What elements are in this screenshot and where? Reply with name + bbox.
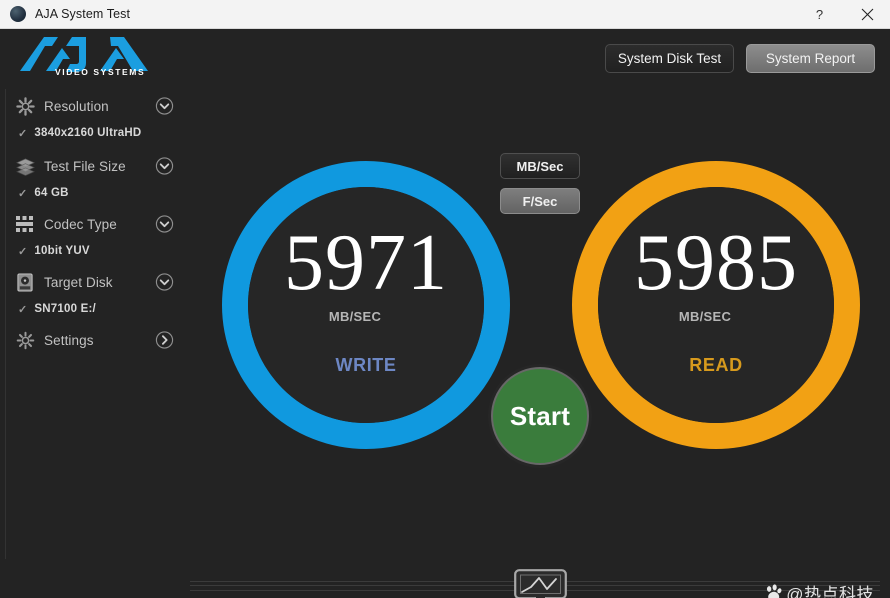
aja-app-icon — [10, 6, 26, 22]
close-icon — [861, 8, 874, 20]
help-button[interactable]: ? — [797, 0, 842, 28]
sidebar-group-settings: Settings — [0, 325, 196, 355]
resolution-icon — [14, 96, 36, 116]
write-speed-value: 5971 — [284, 219, 448, 307]
write-speed-gauge: 5971 MB/SEC WRITE — [222, 161, 510, 449]
window-title: AJA System Test — [35, 7, 131, 21]
read-gauge-label: READ — [689, 355, 743, 375]
start-button[interactable]: Start — [491, 367, 589, 465]
sidebar-label-target-disk: Target Disk — [44, 274, 113, 290]
system-report-button[interactable]: System Report — [746, 44, 875, 73]
check-icon: ✓ — [18, 245, 28, 258]
aja-system-test-window: AJA System Test ? VIDEO SYSTEMS Resoluti… — [0, 0, 890, 598]
layers-icon — [14, 156, 36, 176]
line-chart-icon — [514, 569, 567, 598]
write-gauge-label: WRITE — [335, 355, 397, 375]
sidebar-label-resolution: Resolution — [44, 98, 109, 114]
chevron-down-icon[interactable] — [155, 157, 174, 176]
unit-frames-per-sec-label: F/Sec — [522, 193, 558, 209]
main-content: VIDEO SYSTEMS Resolution ✓ 3840x2160 Ult… — [0, 29, 890, 598]
chevron-down-icon[interactable] — [155, 215, 174, 234]
read-speed-unit: MB/SEC — [678, 309, 732, 324]
close-button[interactable] — [845, 0, 890, 28]
codec-grid-icon — [14, 214, 36, 234]
read-gauge-face: 5985 MB/SEC READ — [598, 187, 834, 423]
start-button-label: Start — [509, 400, 571, 431]
check-icon: ✓ — [18, 187, 28, 200]
system-report-label: System Report — [765, 51, 856, 66]
sidebar-label-test-file-size: Test File Size — [44, 158, 126, 174]
watermark: @热点科技 — [764, 580, 874, 598]
unit-mb-per-sec-label: MB/Sec — [516, 158, 564, 174]
sidebar-label-settings: Settings — [44, 332, 94, 348]
chevron-down-icon[interactable] — [155, 97, 174, 116]
read-speed-value: 5985 — [634, 219, 798, 307]
check-icon: ✓ — [18, 303, 28, 316]
hard-disk-icon — [14, 272, 36, 292]
aja-logo-tagline: VIDEO SYSTEMS — [55, 67, 146, 77]
sidebar: VIDEO SYSTEMS Resolution ✓ 3840x2160 Ult… — [0, 29, 196, 598]
sidebar-group-test-file-size: Test File Size ✓ 64 GB — [0, 151, 196, 205]
sidebar-group-codec-type: Codec Type ✓ 10bit YUV — [0, 209, 196, 263]
sidebar-value-target-disk: ✓ SN7100 E:/ — [0, 297, 196, 321]
graph-toggle-button[interactable] — [514, 569, 567, 598]
sidebar-value-resolution: ✓ 3840x2160 UltraHD — [0, 121, 196, 145]
write-gauge-face: 5971 MB/SEC WRITE — [248, 187, 484, 423]
check-icon: ✓ — [18, 127, 28, 140]
paw-print-icon — [764, 583, 783, 598]
sidebar-label-codec-type: Codec Type — [44, 216, 117, 232]
read-speed-gauge: 5985 MB/SEC READ — [572, 161, 860, 449]
sidebar-value-test-file-size: ✓ 64 GB — [0, 181, 196, 205]
chevron-down-icon[interactable] — [155, 273, 174, 292]
sidebar-item-test-file-size[interactable]: Test File Size — [0, 151, 196, 181]
sidebar-value-text-target-disk: SN7100 E:/ — [34, 303, 96, 315]
gear-icon — [14, 330, 36, 350]
unit-mb-per-sec-button[interactable]: MB/Sec — [500, 153, 580, 179]
sidebar-item-resolution[interactable]: Resolution — [0, 91, 196, 121]
sidebar-value-text-codec-type: 10bit YUV — [34, 245, 90, 257]
sidebar-group-resolution: Resolution ✓ 3840x2160 UltraHD — [0, 91, 196, 145]
watermark-text: @热点科技 — [786, 585, 874, 598]
system-disk-test-button[interactable]: System Disk Test — [605, 44, 734, 73]
sidebar-value-codec-type: ✓ 10bit YUV — [0, 239, 196, 263]
sidebar-value-text-resolution: 3840x2160 UltraHD — [34, 127, 142, 139]
window-titlebar: AJA System Test ? — [0, 0, 890, 29]
sidebar-item-settings[interactable]: Settings — [0, 325, 196, 355]
sidebar-item-target-disk[interactable]: Target Disk — [0, 267, 196, 297]
sidebar-item-codec-type[interactable]: Codec Type — [0, 209, 196, 239]
sidebar-group-target-disk: Target Disk ✓ SN7100 E:/ — [0, 267, 196, 321]
chevron-right-icon[interactable] — [155, 331, 174, 350]
system-disk-test-label: System Disk Test — [617, 51, 722, 66]
write-speed-unit: MB/SEC — [328, 309, 382, 324]
aja-logo — [14, 33, 174, 85]
unit-frames-per-sec-button[interactable]: F/Sec — [500, 188, 580, 214]
sidebar-value-text-test-file-size: 64 GB — [34, 187, 69, 199]
help-icon: ? — [815, 6, 824, 22]
